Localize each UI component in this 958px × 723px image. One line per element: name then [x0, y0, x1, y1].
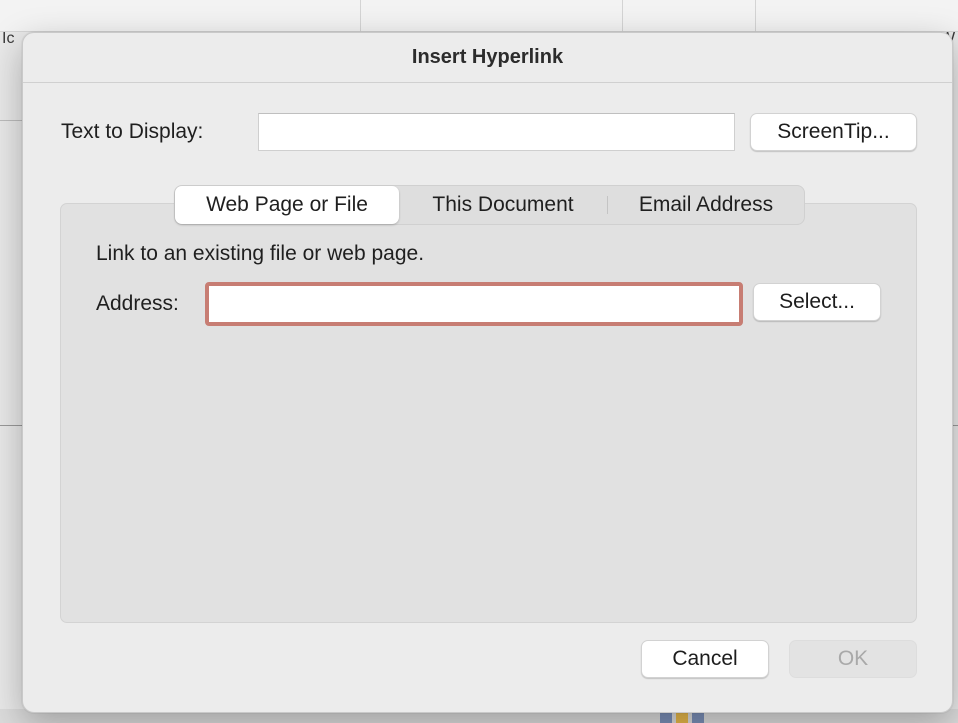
link-panel: Link to an existing file or web page. Ad…	[60, 203, 917, 623]
background-toolbar	[0, 0, 958, 32]
panel-description: Link to an existing file or web page.	[96, 242, 425, 265]
tab-this-document[interactable]: This Document	[399, 186, 607, 224]
insert-hyperlink-dialog: Insert Hyperlink Text to Display: Screen…	[22, 32, 953, 713]
address-field[interactable]	[205, 282, 743, 326]
select-button[interactable]: Select...	[753, 283, 881, 321]
ok-button[interactable]: OK	[789, 640, 917, 678]
dialog-title: Insert Hyperlink	[23, 33, 952, 83]
tab-web-page-or-file[interactable]: Web Page or File	[175, 186, 399, 224]
link-type-tabs: Web Page or File This Document Email Add…	[174, 185, 805, 225]
background-divider	[0, 120, 22, 121]
screentip-button[interactable]: ScreenTip...	[750, 113, 917, 151]
background-rule	[0, 425, 22, 426]
text-to-display-field[interactable]	[258, 113, 735, 151]
address-label: Address:	[96, 292, 179, 315]
address-input[interactable]	[209, 286, 739, 322]
background-text-fragment-left: Ic	[2, 30, 15, 47]
text-to-display-input[interactable]	[259, 114, 734, 150]
text-to-display-label: Text to Display:	[61, 120, 204, 143]
tab-email-address[interactable]: Email Address	[608, 186, 804, 224]
cancel-button[interactable]: Cancel	[641, 640, 769, 678]
